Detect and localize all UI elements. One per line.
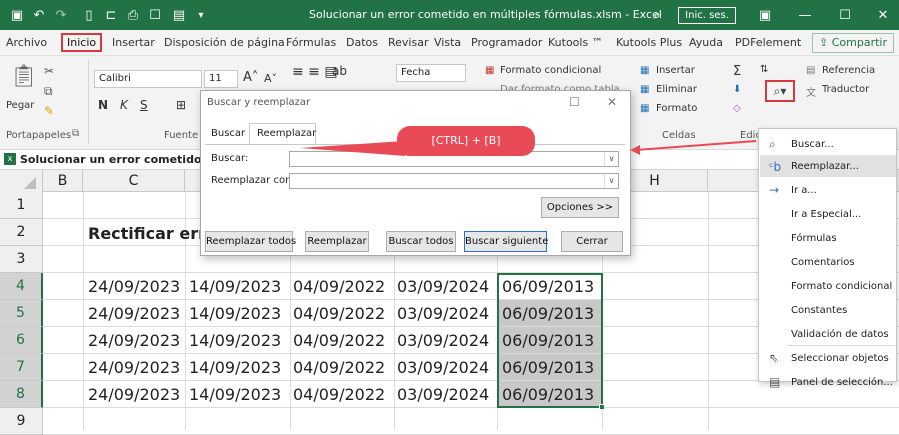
replace-icon: ᶜb — [769, 160, 782, 174]
menu-item-panel-seleccion[interactable]: Panel de selección... — [791, 377, 893, 388]
callout-arrow-right — [635, 140, 757, 151]
menu-item-buscar[interactable]: Buscar... — [791, 139, 834, 150]
menu-item-seleccionar-objetos[interactable]: Seleccionar objetos — [791, 353, 889, 364]
menu-item-formulas[interactable]: Fórmulas — [791, 233, 837, 244]
selection-pane-icon: ▤ — [769, 375, 781, 389]
menu-item-ir-a-especial[interactable]: Ir a Especial... — [791, 209, 861, 220]
callout-arrowhead — [630, 145, 640, 155]
find-select-menu: ⌕ Buscar... ᶜb Reemplazar... → Ir a... I… — [758, 128, 897, 389]
search-icon: ⌕ — [769, 137, 776, 151]
menu-item-reemplazar[interactable]: Reemplazar... — [791, 161, 859, 172]
select-objects-icon: ⇖ — [769, 351, 780, 365]
callout-arrow-left — [300, 141, 405, 156]
shortcut-callout: [CTRL] + [B] — [397, 126, 535, 156]
goto-arrow-icon: → — [769, 183, 780, 197]
menu-item-formato-condicional[interactable]: Formato condicional — [791, 281, 892, 292]
menu-item-constantes[interactable]: Constantes — [791, 305, 847, 316]
menu-item-comentarios[interactable]: Comentarios — [791, 257, 855, 268]
menu-item-ir-a[interactable]: Ir a... — [791, 185, 817, 196]
menu-item-validacion[interactable]: Validación de datos — [791, 329, 889, 340]
menu-divider — [787, 345, 895, 346]
